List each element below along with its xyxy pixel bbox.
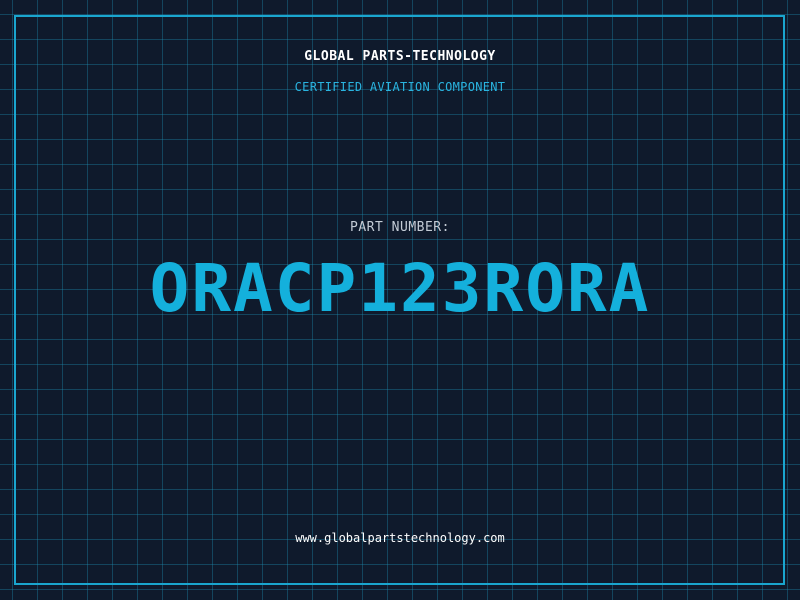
part-number-value: ORACP123RORA [149, 250, 651, 327]
website-url: www.globalpartstechnology.com [295, 531, 505, 545]
company-name: GLOBAL PARTS-TECHNOLOGY [304, 49, 496, 64]
part-number-label: PART NUMBER: [350, 220, 450, 235]
certificate-page: { "header": { "company": "GLOBAL PARTS-T… [0, 0, 800, 600]
certification-subtitle: CERTIFIED AVIATION COMPONENT [294, 80, 506, 94]
